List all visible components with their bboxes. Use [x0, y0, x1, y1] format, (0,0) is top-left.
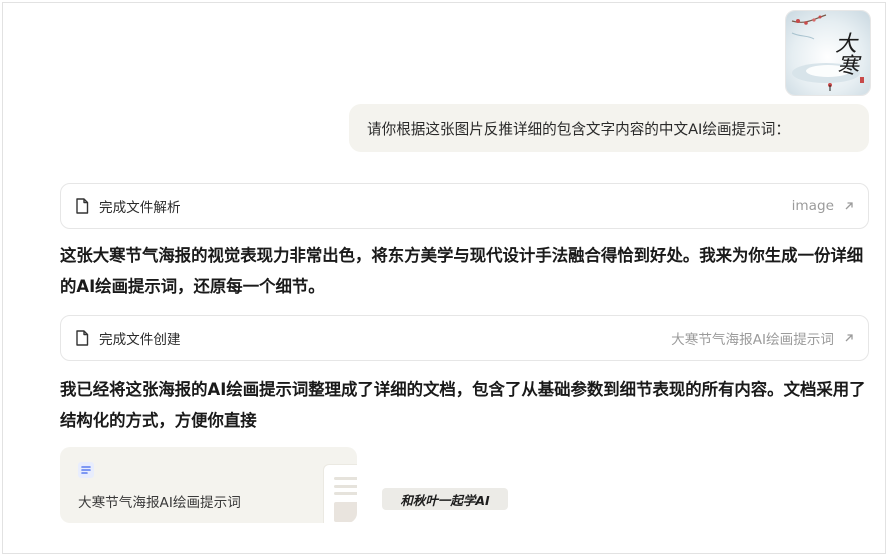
assistant-reply-paragraph: 这张大寒节气海报的视觉表现力非常出色，将东方美学与现代设计手法融合得恰到好处。我…: [60, 246, 864, 296]
external-arrow-icon: [845, 334, 853, 342]
document-icon: [76, 198, 89, 214]
watermark-label: 和秋叶一起学AI: [382, 488, 508, 510]
uploaded-image-thumbnail[interactable]: 大 寒: [785, 10, 871, 96]
document-icon: [76, 330, 89, 346]
document-preview-thumbnail: [324, 465, 357, 523]
file-parse-link-text: image: [791, 198, 834, 214]
file-create-card[interactable]: 完成文件创建 大寒节气海报AI绘画提示词: [60, 315, 869, 361]
file-create-label: 完成文件创建: [99, 332, 181, 348]
file-parse-card[interactable]: 完成文件解析 image: [60, 183, 869, 229]
external-arrow-icon: [845, 202, 853, 210]
document-file-tile[interactable]: 大寒节气海报AI绘画提示词: [60, 447, 357, 523]
file-parse-label: 完成文件解析: [99, 200, 181, 216]
calligraphy-char-bottom: 寒: [837, 54, 862, 79]
document-file-name: 大寒节气海报AI绘画提示词: [78, 495, 241, 511]
poster-image: 大 寒: [786, 11, 870, 95]
document-lines-icon: [78, 462, 94, 478]
file-create-link[interactable]: 大寒节气海报AI绘画提示词: [671, 328, 854, 348]
assistant-reply-paragraph: 我已经将这张海报的AI绘画提示词整理成了详细的文档，包含了从基础参数到细节表现的…: [60, 380, 866, 430]
file-create-link-text: 大寒节气海报AI绘画提示词: [671, 332, 834, 348]
file-parse-link[interactable]: image: [792, 198, 854, 214]
user-message-text: 请你根据这张图片反推详细的包含文字内容的中文AI绘画提示词：: [367, 120, 790, 138]
user-message-bubble: 请你根据这张图片反推详细的包含文字内容的中文AI绘画提示词：: [349, 104, 869, 152]
